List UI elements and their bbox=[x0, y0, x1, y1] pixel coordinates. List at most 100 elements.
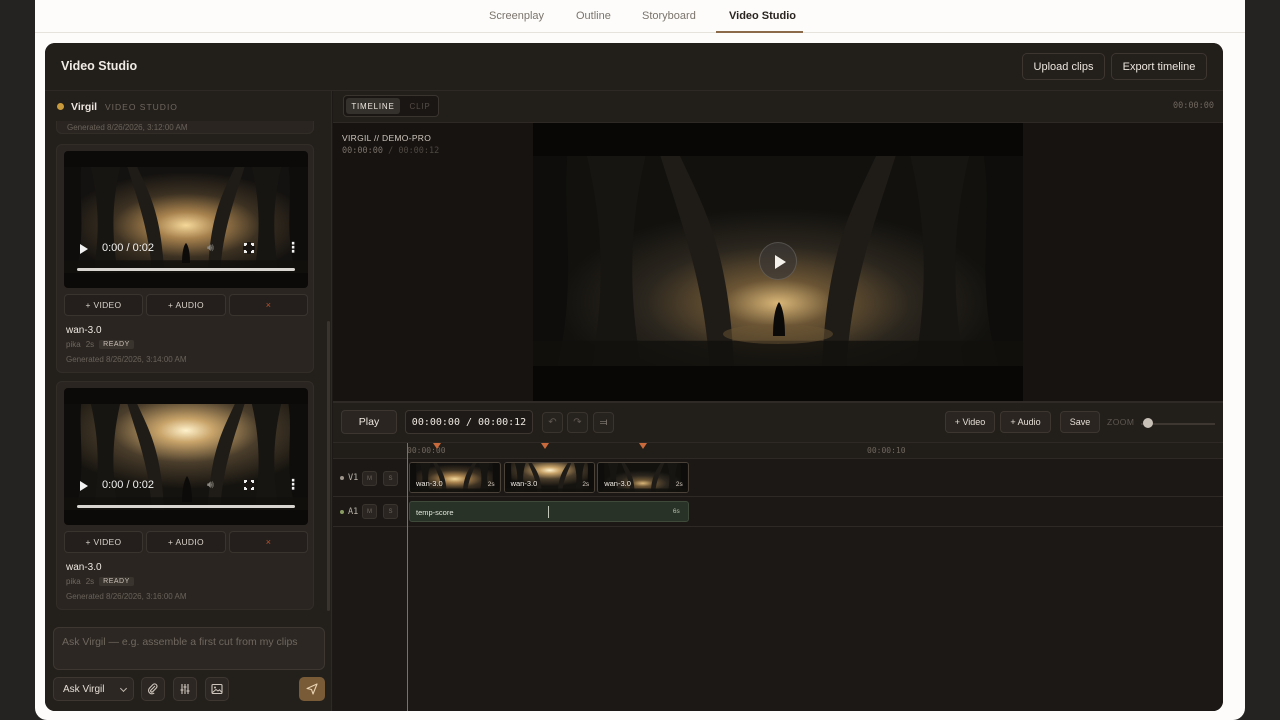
track-name: A1 bbox=[348, 507, 359, 517]
add-video-button[interactable]: + VIDEO bbox=[64, 531, 143, 553]
clip-meta: pika 2s READY bbox=[66, 577, 134, 586]
project-label: VIRGIL // DEMO-PRO bbox=[342, 133, 432, 143]
progress-bar[interactable] bbox=[77, 268, 295, 271]
save-button[interactable]: Save bbox=[1060, 411, 1100, 433]
add-video-track-button[interactable]: + Video bbox=[945, 411, 995, 433]
timeline-clip-duration: 2s bbox=[675, 481, 683, 488]
add-audio-button[interactable]: + AUDIO bbox=[146, 531, 226, 553]
clip-list[interactable]: Generated 8/26/2026, 3:12:00 AM 0:00 / 0… bbox=[54, 121, 325, 619]
track-video: V1 M S wan-3.0 2s wan-3.0 2s wan-3.0 2s bbox=[333, 459, 1223, 497]
clip-library-panel: Virgil VIDEO STUDIO Generated 8/26/2026,… bbox=[45, 91, 332, 711]
timeline-marker[interactable] bbox=[639, 443, 647, 449]
status-badge: READY bbox=[99, 340, 134, 349]
chevron-down-icon bbox=[119, 684, 128, 693]
timeline-video-clip[interactable]: wan-3.0 2s bbox=[409, 462, 501, 493]
clip-meta: pika 2s READY bbox=[66, 340, 134, 349]
progress-bar[interactable] bbox=[77, 505, 295, 508]
audio-clip-name: temp-score bbox=[416, 508, 454, 517]
more-options-icon[interactable]: ⋮ bbox=[286, 477, 300, 491]
track-dot bbox=[340, 476, 344, 480]
track-header: A1 M S bbox=[333, 497, 407, 526]
chat-input[interactable]: Ask Virgil — e.g. assemble a first cut f… bbox=[53, 627, 325, 670]
attach-button[interactable] bbox=[141, 677, 165, 701]
active-tab-indicator bbox=[716, 31, 803, 33]
clip-video-player[interactable]: 0:00 / 0:02 🔊︎ ⋮ bbox=[64, 151, 308, 288]
tab-screenplay[interactable]: Screenplay bbox=[489, 10, 544, 22]
ruler-label: 00:00:10 bbox=[867, 446, 906, 455]
assistant-name: Virgil bbox=[71, 101, 98, 113]
mute-button[interactable]: M bbox=[362, 471, 377, 486]
undo-button[interactable]: ↶ bbox=[542, 412, 563, 433]
image-button[interactable] bbox=[205, 677, 229, 701]
play-button[interactable]: Play bbox=[341, 410, 397, 434]
timeline-marker[interactable] bbox=[433, 443, 442, 449]
zoom-slider-thumb[interactable] bbox=[1142, 418, 1153, 428]
fullscreen-icon[interactable] bbox=[243, 479, 255, 491]
editor-area: TIMELINE CLIP 00:00:00 VIRGIL // DEMO-PR… bbox=[333, 91, 1223, 711]
video-studio-panel: Video Studio Upload clips Export timelin… bbox=[45, 43, 1223, 711]
timeline-clip-name: wan-3.0 bbox=[510, 479, 538, 488]
clip-list-scrollbar[interactable] bbox=[327, 321, 330, 611]
timeline-video-clip[interactable]: wan-3.0 2s bbox=[597, 462, 689, 493]
redo-icon: ↷ bbox=[573, 417, 582, 428]
mode-clip-button[interactable]: CLIP bbox=[402, 98, 438, 114]
audio-clip-duration: 6s bbox=[672, 508, 680, 515]
zoom-label: ZOOM bbox=[1107, 417, 1135, 427]
send-button[interactable] bbox=[299, 677, 325, 701]
clip-name: wan-3.0 bbox=[66, 325, 102, 336]
play-icon[interactable] bbox=[80, 481, 88, 491]
remove-clip-button[interactable]: × bbox=[229, 294, 308, 316]
tab-outline[interactable]: Outline bbox=[576, 10, 611, 22]
clip-card: 0:00 / 0:02 🔊︎ ⋮ + VIDEO + AUDIO × wan-3… bbox=[56, 381, 314, 610]
player-controls: 0:00 / 0:02 🔊︎ ⋮ bbox=[64, 474, 308, 510]
clip-provider: pika bbox=[66, 340, 81, 349]
timeline-marker[interactable] bbox=[540, 443, 549, 449]
add-audio-button[interactable]: + AUDIO bbox=[146, 294, 226, 316]
clip-card-previous: Generated 8/26/2026, 3:12:00 AM bbox=[56, 121, 314, 134]
timeline-timecode: 00:00:00 / 00:00:12 bbox=[405, 410, 533, 434]
send-icon bbox=[306, 683, 318, 695]
audio-clip[interactable]: temp-score 6s bbox=[409, 501, 689, 522]
clip-generated: Generated 8/26/2026, 3:16:00 AM bbox=[66, 592, 187, 601]
timeline-clip-duration: 2s bbox=[487, 481, 495, 488]
volume-icon[interactable]: 🔊︎ bbox=[207, 479, 214, 492]
more-options-icon[interactable]: ⋮ bbox=[286, 240, 300, 254]
redo-button[interactable]: ↷ bbox=[567, 412, 588, 433]
solo-button[interactable]: S bbox=[383, 471, 398, 486]
split-icon: ⫤ bbox=[599, 417, 608, 428]
add-audio-track-button[interactable]: + Audio bbox=[1000, 411, 1051, 433]
settings-button[interactable] bbox=[173, 677, 197, 701]
timeline-ruler[interactable]: 00:00:00 00:00:10 bbox=[333, 443, 1223, 459]
play-icon[interactable] bbox=[80, 244, 88, 254]
solo-button[interactable]: S bbox=[383, 504, 398, 519]
track-header: V1 M S bbox=[333, 459, 407, 496]
play-overlay-icon[interactable] bbox=[759, 242, 797, 280]
clip-video-player[interactable]: 0:00 / 0:02 🔊︎ ⋮ bbox=[64, 388, 308, 525]
clip-duration: 2s bbox=[85, 340, 95, 349]
player-time: 0:00 / 0:02 bbox=[102, 242, 154, 254]
clip-duration: 2s bbox=[85, 577, 95, 586]
paperclip-icon bbox=[148, 683, 158, 695]
main-video-player[interactable] bbox=[533, 123, 1023, 401]
volume-icon[interactable]: 🔊︎ bbox=[207, 242, 214, 255]
mute-button[interactable]: M bbox=[362, 504, 377, 519]
remove-clip-button[interactable]: × bbox=[229, 531, 308, 553]
assistant-mode-select[interactable]: Ask Virgil bbox=[53, 677, 134, 701]
track-dot bbox=[340, 510, 344, 514]
tab-video-studio[interactable]: Video Studio bbox=[729, 10, 796, 22]
top-navigation: Screenplay Outline Storyboard Video Stud… bbox=[35, 0, 1245, 33]
upload-clips-button[interactable]: Upload clips bbox=[1022, 53, 1105, 80]
add-video-button[interactable]: + VIDEO bbox=[64, 294, 143, 316]
status-dot bbox=[57, 103, 64, 110]
tab-storyboard[interactable]: Storyboard bbox=[642, 10, 696, 22]
clip-provider: pika bbox=[66, 577, 81, 586]
viewer-toolbar: TIMELINE CLIP 00:00:00 bbox=[333, 91, 1223, 123]
export-timeline-button[interactable]: Export timeline bbox=[1111, 53, 1207, 80]
fullscreen-icon[interactable] bbox=[243, 242, 255, 254]
mode-timeline-button[interactable]: TIMELINE bbox=[346, 98, 400, 114]
track-name: V1 bbox=[348, 473, 359, 483]
split-button[interactable]: ⫤ bbox=[593, 412, 614, 433]
timeline-video-clip[interactable]: wan-3.0 2s bbox=[503, 462, 596, 493]
image-icon bbox=[211, 683, 223, 695]
playhead[interactable] bbox=[407, 443, 408, 711]
